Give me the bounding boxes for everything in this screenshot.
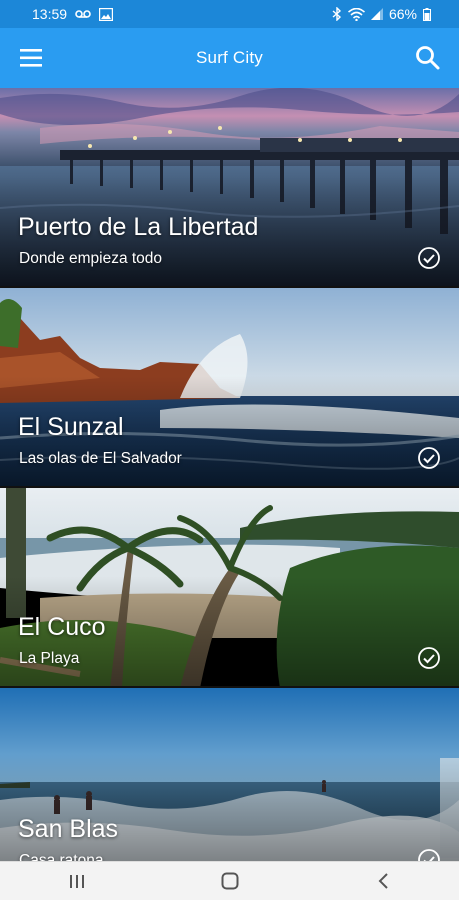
location-title: El Cuco — [18, 613, 106, 641]
checkmark-circle-icon[interactable] — [417, 646, 441, 670]
battery-percent: 66% — [388, 6, 417, 22]
status-time: 13:59 — [32, 6, 68, 22]
location-subtitle: La Playa — [19, 650, 80, 667]
home-icon[interactable] — [200, 862, 260, 900]
battery-icon — [423, 7, 431, 21]
location-card-el-sunzal[interactable]: El Sunzal Las olas de El Salvador — [0, 288, 459, 488]
location-title: San Blas — [18, 815, 119, 843]
wifi-icon — [347, 7, 365, 21]
location-subtitle: Las olas de El Salvador — [19, 450, 182, 467]
signal-icon — [370, 8, 383, 20]
search-icon[interactable] — [413, 43, 443, 73]
app-title: Surf City — [196, 48, 263, 67]
hamburger-menu-icon[interactable] — [18, 46, 46, 70]
status-bar: 13:59 66% — [0, 0, 459, 28]
location-card-puerto-de-la-libertad[interactable]: Puerto de La Libertad Donde empieza todo — [0, 88, 459, 288]
checkmark-circle-icon[interactable] — [417, 446, 441, 470]
recent-apps-icon[interactable] — [47, 862, 107, 900]
image-icon — [99, 7, 114, 21]
location-list: Puerto de La Libertad Donde empieza todo — [0, 88, 459, 864]
back-icon[interactable] — [353, 862, 413, 900]
voicemail-icon — [75, 9, 91, 19]
checkmark-circle-icon[interactable] — [417, 246, 441, 270]
location-subtitle: Donde empieza todo — [19, 250, 163, 267]
app-bar: Surf City — [0, 28, 459, 88]
location-title: El Sunzal — [18, 413, 124, 441]
location-card-san-blas[interactable]: San Blas Casa ratona — [0, 688, 459, 864]
location-title: Puerto de La Libertad — [18, 213, 259, 241]
bluetooth-icon — [332, 7, 342, 21]
system-nav-bar — [0, 861, 459, 900]
location-card-el-cuco[interactable]: El Cuco La Playa — [0, 488, 459, 688]
